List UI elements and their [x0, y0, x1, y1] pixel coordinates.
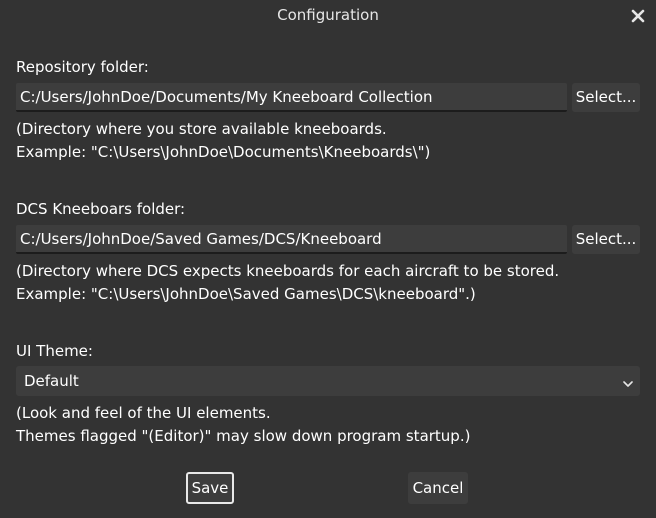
- repository-folder-label: Repository folder:: [16, 58, 149, 76]
- repository-help-text: (Directory where you store available kne…: [16, 118, 430, 164]
- repository-folder-field[interactable]: [16, 83, 567, 112]
- ui-theme-help-text: (Look and feel of the UI elements. Theme…: [16, 402, 470, 448]
- dcs-help-text: (Directory where DCS expects kneeboards …: [16, 260, 559, 306]
- save-button[interactable]: Save: [186, 472, 234, 504]
- dcs-help-line1: (Directory where DCS expects kneeboards …: [16, 262, 560, 280]
- chevron-down-icon: [622, 375, 634, 387]
- ui-theme-dropdown[interactable]: Default: [16, 366, 640, 396]
- ui-theme-label: UI Theme:: [16, 342, 93, 360]
- dcs-select-button[interactable]: Select...: [572, 225, 640, 254]
- dcs-folder-label: DCS Kneeboars folder:: [16, 200, 186, 218]
- repository-help-line1: (Directory where you store available kne…: [16, 120, 387, 138]
- title-bar: Configuration: [0, 0, 656, 32]
- close-icon[interactable]: [630, 8, 646, 24]
- dcs-help-line2: Example: "C:\Users\JohnDoe\Saved Games\D…: [16, 285, 476, 303]
- window-title: Configuration: [277, 6, 379, 24]
- configuration-dialog: Configuration Repository folder: Select.…: [0, 0, 656, 518]
- repository-help-line2: Example: "C:\Users\JohnDoe\Documents\Kne…: [16, 143, 431, 161]
- cancel-button[interactable]: Cancel: [408, 472, 468, 504]
- repository-select-button[interactable]: Select...: [572, 83, 640, 112]
- dcs-folder-input[interactable]: [16, 225, 567, 252]
- repository-folder-input[interactable]: [16, 83, 567, 110]
- dcs-folder-field[interactable]: [16, 225, 567, 254]
- ui-theme-help-line2: Themes flagged "(Editor)" may slow down …: [16, 427, 471, 445]
- ui-theme-selected: Default: [24, 372, 79, 390]
- ui-theme-help-line1: (Look and feel of the UI elements.: [16, 404, 271, 422]
